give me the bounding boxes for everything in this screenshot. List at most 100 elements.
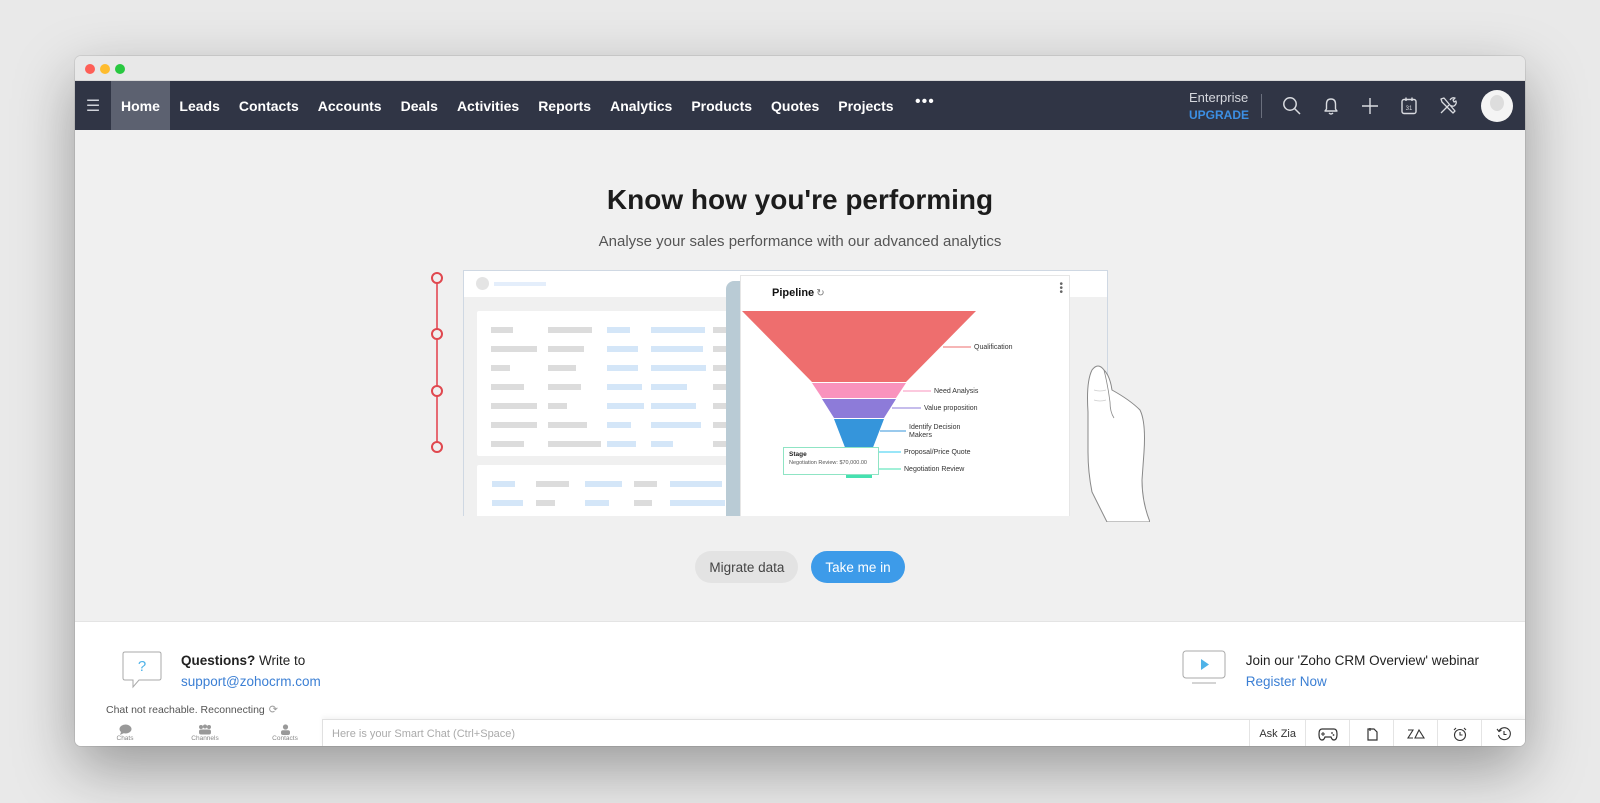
placeholder-bar <box>607 384 642 390</box>
placeholder-bar <box>670 500 725 506</box>
nav-tab-quotes[interactable]: Quotes <box>762 81 829 130</box>
support-text: Questions? Write to support@zohocrm.com <box>181 650 321 692</box>
tools-icon <box>1439 96 1457 114</box>
setup-button[interactable] <box>1428 81 1467 130</box>
placeholder-bar <box>491 346 537 352</box>
smart-chat-bar: Ask Zia <box>322 719 1525 746</box>
placeholder-bar <box>548 403 567 409</box>
gamepad-icon <box>1317 728 1338 741</box>
chat-tab-channels[interactable]: Channels <box>175 724 235 742</box>
support-email-link[interactable]: support@zohocrm.com <box>181 671 321 692</box>
upgrade-link[interactable]: UPGRADE <box>1189 108 1249 122</box>
nav-tab-products[interactable]: Products <box>682 81 762 130</box>
chat-tab-chats[interactable]: Chats <box>95 724 155 742</box>
more-tabs-button[interactable]: ••• <box>903 93 947 111</box>
placeholder-bar <box>494 282 546 286</box>
funnel-stage-label: Identify Decision Makers <box>909 424 960 439</box>
dashboard-mockup: Pipeline ↻ • • • Qualification Need Analysis… <box>463 270 1108 516</box>
smart-chat-input[interactable] <box>323 720 1250 746</box>
hand-illustration <box>1087 365 1150 522</box>
history-icon <box>1496 727 1511 741</box>
nav-tab-analytics[interactable]: Analytics <box>601 81 682 130</box>
funnel-stage-label: Negotiation Review <box>904 466 965 473</box>
games-button[interactable] <box>1305 720 1349 746</box>
plan-info: Enterprise UPGRADE <box>1189 90 1249 122</box>
webinar-block: Join our 'Zoho CRM Overview' webinar Reg… <box>1182 650 1479 692</box>
pipeline-funnel: Qualification Need Analysis Value proposit… <box>742 311 1013 478</box>
video-play-icon <box>1182 650 1226 684</box>
placeholder-bar <box>491 403 537 409</box>
nav-tab-projects[interactable]: Projects <box>829 81 903 130</box>
alarm-icon <box>1453 727 1466 742</box>
placeholder-bar <box>548 384 581 390</box>
register-now-link[interactable]: Register Now <box>1246 671 1479 692</box>
placeholder-bar <box>548 422 587 428</box>
chat-tabs: Chats Channels Contacts <box>95 724 315 742</box>
timeline-graphic <box>430 272 444 453</box>
search-button[interactable] <box>1272 81 1311 130</box>
plan-name: Enterprise <box>1188 89 1249 105</box>
nav-tab-activities[interactable]: Activities <box>447 81 528 130</box>
placeholder-bar <box>491 365 510 371</box>
placeholder-bar <box>491 327 513 333</box>
chat-tab-label: Contacts <box>272 735 298 742</box>
zia-button[interactable] <box>1393 720 1437 746</box>
browser-window: ☰ Home Leads Contacts Accounts Deals Act… <box>75 56 1525 746</box>
search-icon <box>1282 96 1301 115</box>
placeholder-bar <box>651 365 706 371</box>
placeholder-bar <box>585 481 622 487</box>
placeholder-bar <box>651 327 705 333</box>
bell-icon <box>1323 97 1338 115</box>
placeholder-bar <box>607 327 630 333</box>
funnel-stage-label: Need Analysis <box>934 388 979 395</box>
placeholder-bar <box>548 327 592 333</box>
nav-tab-home[interactable]: Home <box>111 81 170 130</box>
close-window-button[interactable] <box>85 64 95 74</box>
nav-tab-leads[interactable]: Leads <box>170 81 229 130</box>
reconnect-icon[interactable]: ⟳ <box>269 703 278 716</box>
timeline-line <box>436 277 438 443</box>
placeholder-bar <box>634 481 657 487</box>
user-placeholder-icon <box>476 277 489 290</box>
help-heading: Questions? <box>181 653 256 668</box>
history-button[interactable] <box>1481 720 1525 746</box>
calendar-button[interactable]: 31 <box>1389 81 1428 130</box>
hamburger-menu-button[interactable]: ☰ <box>75 81 111 130</box>
chat-tab-label: Chats <box>116 735 134 742</box>
placeholder-bar <box>548 346 584 352</box>
navbar-actions: Enterprise UPGRADE 31 <box>1189 81 1525 130</box>
placeholder-bar <box>607 346 638 352</box>
timeline-dot <box>431 441 443 453</box>
chat-tab-contacts[interactable]: Contacts <box>255 724 315 742</box>
timeline-dot <box>431 328 443 340</box>
placeholder-bar <box>607 422 631 428</box>
funnel-stage-label: Proposal/Price Quote <box>904 449 971 456</box>
reminders-button[interactable] <box>1437 720 1481 746</box>
nav-tab-contacts[interactable]: Contacts <box>229 81 308 130</box>
placeholder-bar <box>492 481 515 487</box>
notes-button[interactable] <box>1349 720 1393 746</box>
chat-tab-label: Channels <box>191 735 219 742</box>
notifications-button[interactable] <box>1311 81 1350 130</box>
nav-tab-reports[interactable]: Reports <box>529 81 601 130</box>
placeholder-bar <box>651 384 687 390</box>
maximize-window-button[interactable] <box>115 64 125 74</box>
placeholder-table <box>477 465 742 516</box>
placeholder-bar <box>651 403 696 409</box>
take-me-in-button[interactable]: Take me in <box>811 551 905 583</box>
placeholder-bar <box>491 384 524 390</box>
minimize-window-button[interactable] <box>100 64 110 74</box>
placeholder-bar <box>548 441 601 447</box>
nav-tab-deals[interactable]: Deals <box>391 81 447 130</box>
placeholder-bar <box>651 346 703 352</box>
migrate-data-button[interactable]: Migrate data <box>695 551 799 583</box>
placeholder-bar <box>607 365 638 371</box>
funnel-stage-need-analysis <box>812 383 906 398</box>
svg-text:31: 31 <box>1405 106 1412 112</box>
ask-zia-button[interactable]: Ask Zia <box>1249 720 1305 746</box>
user-avatar[interactable] <box>1481 89 1513 122</box>
create-button[interactable] <box>1350 81 1389 130</box>
webinar-text: Join our 'Zoho CRM Overview' webinar Reg… <box>1246 650 1479 692</box>
placeholder-bar <box>491 441 524 447</box>
nav-tab-accounts[interactable]: Accounts <box>308 81 391 130</box>
